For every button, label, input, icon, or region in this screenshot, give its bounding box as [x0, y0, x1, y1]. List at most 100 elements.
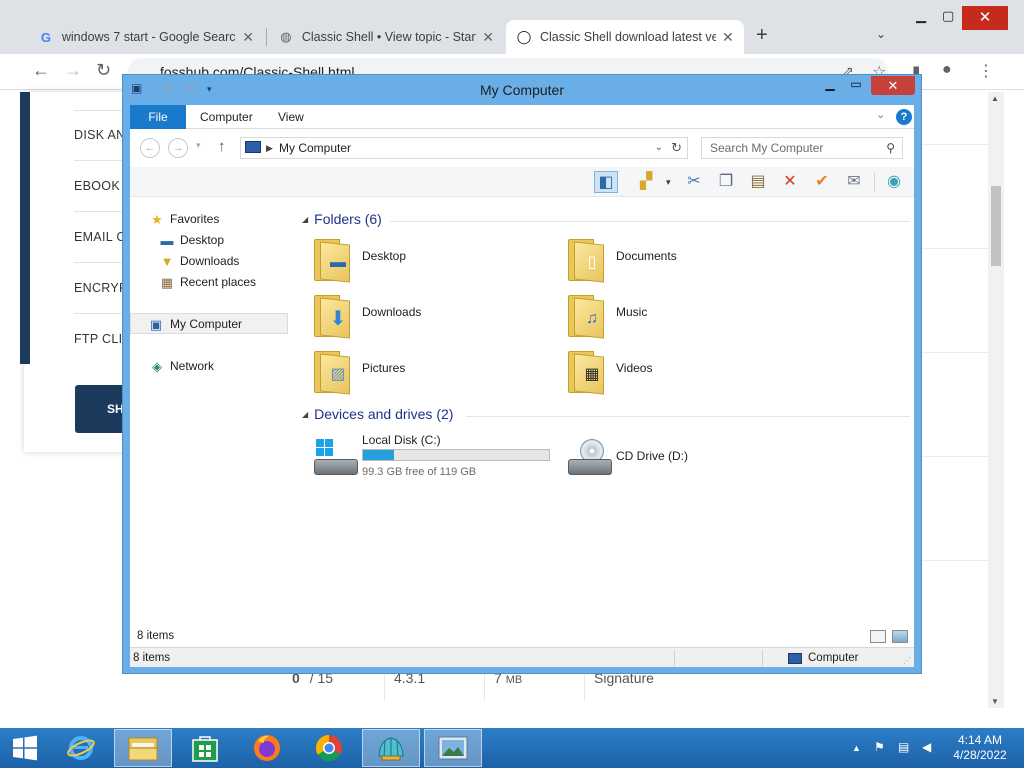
- preview-pane-icon[interactable]: ◧: [594, 171, 618, 193]
- help-icon[interactable]: ?: [896, 109, 912, 125]
- scroll-down-icon[interactable]: ▼: [991, 697, 999, 706]
- sidebar-item-recent-places[interactable]: ▦ Recent places: [130, 272, 288, 293]
- show-hidden-icons-icon[interactable]: ▲: [852, 743, 861, 753]
- details-view-icon[interactable]: [870, 630, 886, 643]
- recent-locations-icon[interactable]: ▾: [196, 140, 201, 151]
- group-title: Devices and drives (2): [314, 406, 454, 422]
- sidebar-item-network[interactable]: ◈ Network: [130, 356, 288, 377]
- divider: [922, 456, 988, 457]
- action-center-flag-icon[interactable]: ⚑: [874, 740, 885, 754]
- explorer-title-bar[interactable]: ▣ ▤ ▥ ▾ My Computer ▁ ▭ ✕: [123, 75, 921, 103]
- folder-documents[interactable]: ▯ Documents: [562, 235, 812, 287]
- tab-title: Classic Shell • View topic - Start m: [301, 30, 477, 44]
- refresh-icon[interactable]: ↻: [671, 138, 682, 158]
- drives-group-header[interactable]: ◢ Devices and drives (2): [302, 406, 453, 426]
- sidebar-link[interactable]: EMAIL C: [74, 230, 126, 244]
- details-row: 8 items: [130, 627, 914, 647]
- drive-local-disk-c[interactable]: Local Disk (C:) 99.3 GB free of 119 GB: [308, 429, 558, 497]
- picture-icon: ▨: [330, 366, 346, 383]
- chevron-down-icon[interactable]: ⌄: [876, 108, 885, 121]
- sidebar-link[interactable]: ENCRYP: [74, 281, 128, 295]
- film-icon: ▦: [584, 366, 600, 383]
- maximize-icon[interactable]: ▭: [843, 77, 869, 95]
- signature-cell[interactable]: Signature: [594, 670, 654, 700]
- folder-icon: ⬇: [314, 293, 350, 339]
- collapse-arrow-icon[interactable]: ◢: [302, 215, 308, 224]
- system-clock[interactable]: 4:14 AM 4/28/2022: [944, 733, 1016, 763]
- folder-videos[interactable]: ▦ Videos: [562, 347, 812, 399]
- start-button[interactable]: [0, 729, 50, 767]
- tab-view[interactable]: View: [264, 105, 318, 129]
- folder-pictures[interactable]: ▨ Pictures: [308, 347, 558, 399]
- folder-downloads[interactable]: ⬇ Downloads: [308, 291, 558, 343]
- status-zone: Computer: [788, 652, 859, 664]
- taskbar-classic-shell[interactable]: [362, 729, 420, 767]
- reload-icon[interactable]: ↻: [96, 60, 111, 81]
- close-tab-icon[interactable]: ✕: [722, 29, 734, 46]
- taskbar-firefox[interactable]: [238, 729, 296, 767]
- delete-icon[interactable]: ✕: [778, 171, 802, 193]
- taskbar-file-explorer[interactable]: [114, 729, 172, 767]
- back-arrow-icon[interactable]: ←: [140, 138, 160, 158]
- collapse-arrow-icon[interactable]: ◢: [302, 410, 308, 419]
- forward-arrow-icon[interactable]: →: [64, 60, 82, 81]
- sidebar-item-downloads[interactable]: ▼ Downloads: [130, 251, 288, 272]
- address-bar[interactable]: ▶ My Computer ⌄ ↻: [240, 137, 688, 159]
- chevron-down-icon[interactable]: ⌄: [876, 27, 886, 41]
- tab-file[interactable]: File: [130, 105, 186, 129]
- classic-shell-icon[interactable]: ◉: [882, 171, 906, 193]
- close-window-button[interactable]: ✕: [871, 76, 915, 95]
- internet-explorer-icon: [67, 736, 95, 760]
- close-window-button[interactable]: ✕: [962, 6, 1008, 30]
- page-scrollbar[interactable]: [988, 92, 1004, 708]
- network-icon: ◈: [152, 359, 162, 374]
- folder-options-icon[interactable]: ▞: [634, 171, 658, 193]
- page-scrollbar-thumb[interactable]: [991, 186, 1001, 266]
- tab-google-search[interactable]: G windows 7 start - Google Search ✕: [28, 20, 264, 54]
- resize-grip-icon[interactable]: ⋰: [903, 656, 911, 665]
- close-tab-icon[interactable]: ✕: [242, 29, 254, 46]
- taskbar-photo-viewer[interactable]: [424, 729, 482, 767]
- tab-computer[interactable]: Computer: [186, 105, 267, 129]
- close-tab-icon[interactable]: ✕: [482, 29, 494, 46]
- taskbar-internet-explorer[interactable]: [52, 729, 110, 767]
- properties-check-icon[interactable]: ✔: [810, 171, 834, 193]
- email-icon[interactable]: ✉: [842, 171, 866, 193]
- tab-classic-shell-download[interactable]: ◯ Classic Shell download latest vers ✕: [506, 20, 744, 54]
- scroll-up-icon[interactable]: ▲: [991, 94, 999, 103]
- minimize-icon[interactable]: ▁: [916, 8, 926, 24]
- status-divider: [674, 650, 675, 666]
- sidebar-item-favorites[interactable]: ★ Favorites: [130, 209, 288, 230]
- forward-arrow-icon[interactable]: →: [168, 138, 188, 158]
- folders-group-header[interactable]: ◢ Folders (6): [302, 211, 382, 231]
- menu-kebab-icon[interactable]: ⋮: [978, 61, 994, 81]
- tab-classic-shell-forum[interactable]: ◍ Classic Shell • View topic - Start m ✕: [268, 20, 504, 54]
- new-tab-button[interactable]: +: [756, 24, 768, 47]
- network-status-icon[interactable]: ▤: [898, 740, 909, 754]
- copy-icon[interactable]: ❐: [714, 171, 738, 193]
- restore-icon[interactable]: ▢: [942, 8, 954, 24]
- sidebar-link[interactable]: DISK AN: [74, 128, 125, 142]
- paste-icon[interactable]: ▤: [746, 171, 770, 193]
- taskbar-store[interactable]: [176, 729, 234, 767]
- downloads-folder-icon: ▼: [160, 254, 174, 269]
- sidebar-item-desktop[interactable]: ▬ Desktop: [130, 230, 288, 251]
- cut-icon[interactable]: ✂: [682, 171, 706, 193]
- drive-cd-d[interactable]: CD Drive (D:): [562, 429, 812, 497]
- volume-muted-icon[interactable]: ◀: [922, 740, 931, 754]
- taskbar-chrome[interactable]: [300, 729, 358, 767]
- folder-label: Desktop: [362, 249, 407, 263]
- folder-music[interactable]: ♫ Music: [562, 291, 812, 343]
- large-icons-view-icon[interactable]: [892, 630, 908, 643]
- search-input[interactable]: Search My Computer ⚲: [701, 137, 903, 159]
- profile-avatar-icon[interactable]: ●: [942, 61, 952, 79]
- folder-desktop[interactable]: ▬ Desktop: [308, 235, 558, 287]
- chevron-down-icon[interactable]: ▾: [666, 177, 671, 188]
- sidebar-item-my-computer[interactable]: ▣ My Computer: [130, 313, 288, 334]
- chevron-right-icon[interactable]: ▶: [266, 138, 273, 158]
- back-arrow-icon[interactable]: ←: [32, 60, 50, 81]
- up-arrow-icon[interactable]: ↑: [218, 138, 226, 155]
- minimize-icon[interactable]: ▁: [817, 77, 843, 95]
- divider: [74, 262, 124, 263]
- chevron-down-icon[interactable]: ⌄: [655, 138, 663, 158]
